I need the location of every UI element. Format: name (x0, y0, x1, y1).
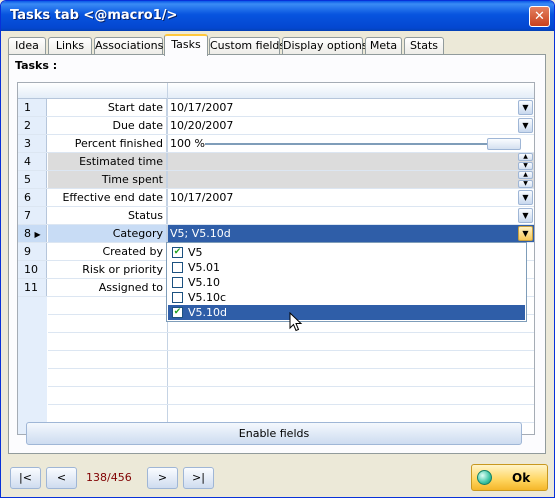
unchecked-checkbox-icon[interactable] (172, 277, 183, 288)
percent-finished-value: 100 % (170, 137, 205, 150)
grid-row-due-date[interactable]: 2 Due date 10/20/2007 ▼ (18, 117, 534, 135)
row-label: Due date (48, 117, 167, 134)
tab-custom-fields[interactable]: Custom fields (209, 37, 285, 55)
row-number: 4 (18, 153, 47, 170)
tab-tasks[interactable]: Tasks (164, 34, 208, 56)
category-option-v5-01[interactable]: V5.01 (168, 260, 525, 275)
row-number: 3 (18, 135, 47, 152)
estimated-time-spinner[interactable]: ▲ ▼ (518, 153, 533, 170)
status-dropdown-button[interactable]: ▼ (518, 208, 533, 223)
estimated-time-field[interactable] (168, 153, 534, 170)
ok-orb-icon (477, 470, 492, 485)
row-number: 8 ▶ (18, 225, 47, 242)
first-record-button[interactable]: |< (10, 467, 41, 489)
row-label: Effective end date (48, 189, 167, 206)
row-label: Category (48, 225, 167, 242)
grid-row-effective-end-date[interactable]: 6 Effective end date 10/17/2007 ▼ (18, 189, 534, 207)
row-label: Time spent (48, 171, 167, 188)
status-field[interactable] (168, 207, 534, 224)
grid-empty-line (48, 332, 534, 333)
row-label: Risk or priority (48, 261, 167, 278)
grid-empty-line (48, 386, 534, 387)
row-number: 5 (18, 171, 47, 188)
percent-finished-field[interactable]: 100 % (168, 135, 534, 152)
option-label: V5.10 (188, 276, 221, 289)
row-number: 7 (18, 207, 47, 224)
option-label: V5.10d (188, 306, 227, 319)
category-option-v5-10c[interactable]: V5.10c (168, 290, 525, 305)
effective-end-date-dropdown-button[interactable]: ▼ (518, 190, 533, 205)
start-date-field[interactable]: 10/17/2007 (168, 99, 534, 116)
category-option-v5-10[interactable]: V5.10 (168, 275, 525, 290)
tab-display-options[interactable]: Display options (282, 37, 368, 55)
mouse-pointer-icon (289, 312, 303, 332)
previous-record-button[interactable]: < (46, 467, 77, 489)
category-option-v5-10d[interactable]: ✔ V5.10d (168, 305, 525, 320)
tab-meta[interactable]: Meta (365, 37, 402, 55)
section-label: Tasks : (15, 59, 58, 72)
grid-row-start-date[interactable]: 1 Start date 10/17/2007 ▼ (18, 99, 534, 117)
time-spent-spinner[interactable]: ▲ ▼ (518, 171, 533, 188)
option-label: V5.10c (188, 291, 227, 304)
checked-checkbox-icon[interactable]: ✔ (172, 307, 183, 318)
checked-checkbox-icon[interactable]: ✔ (172, 247, 183, 258)
enable-fields-button[interactable]: Enable fields (26, 422, 522, 445)
row-number: 6 (18, 189, 47, 206)
row-number: 11 (18, 279, 47, 296)
start-date-dropdown-button[interactable]: ▼ (518, 100, 533, 115)
record-counter: 138/456 (86, 471, 132, 484)
ok-button-label: Ok (512, 471, 531, 485)
tab-stats[interactable]: Stats (404, 37, 444, 55)
category-dropdown-button[interactable]: ▼ (518, 226, 533, 241)
row-label: Estimated time (48, 153, 167, 170)
row-label: Start date (48, 99, 167, 116)
option-label: V5.01 (188, 261, 221, 274)
last-record-button[interactable]: >| (183, 467, 214, 489)
grid-empty-line (48, 350, 534, 351)
grid-header (18, 83, 534, 99)
window-title: Tasks tab <@macro1/> (10, 8, 178, 23)
unchecked-checkbox-icon[interactable] (172, 292, 183, 303)
grid-empty-line (48, 404, 534, 405)
next-record-button[interactable]: > (147, 467, 178, 489)
grid-row-category[interactable]: 8 ▶ Category V5; V5.10d ▼ (18, 225, 534, 243)
category-option-v5[interactable]: ✔ V5 (168, 245, 525, 260)
due-date-dropdown-button[interactable]: ▼ (518, 118, 533, 133)
row-label: Created by (48, 243, 167, 260)
category-field[interactable]: V5; V5.10d (168, 225, 534, 242)
tab-associations[interactable]: Associations (94, 37, 163, 55)
ok-button[interactable]: Ok (471, 464, 548, 491)
tab-links[interactable]: Links (48, 37, 92, 55)
grid-row-percent-finished[interactable]: 3 Percent finished 100 % (18, 135, 534, 153)
time-spent-field[interactable] (168, 171, 534, 188)
grid-row-estimated-time[interactable]: 4 Estimated time ▲ ▼ (18, 153, 534, 171)
option-label: V5 (188, 246, 203, 259)
close-button[interactable]: ✕ (529, 6, 550, 27)
current-row-indicator-icon: ▶ (34, 230, 41, 239)
dialog-window: Tasks tab <@macro1/> ✕ Idea Links Associ… (0, 0, 555, 498)
percent-slider-track[interactable] (205, 143, 488, 145)
row-label: Status (48, 207, 167, 224)
category-dropdown-list: ✔ V5 V5.01 V5.10 V5.10c ✔ V5.10d (166, 242, 527, 322)
grid-empty-line (48, 368, 534, 369)
grid-row-time-spent[interactable]: 5 Time spent ▲ ▼ (18, 171, 534, 189)
row-number: 1 (18, 99, 47, 116)
unchecked-checkbox-icon[interactable] (172, 262, 183, 273)
effective-end-date-field[interactable]: 10/17/2007 (168, 189, 534, 206)
row-number: 10 (18, 261, 47, 278)
row-number: 9 (18, 243, 47, 260)
row-label: Assigned to (48, 279, 167, 296)
grid-row-status[interactable]: 7 Status ▼ (18, 207, 534, 225)
row-number: 2 (18, 117, 47, 134)
percent-slider-thumb[interactable] (487, 138, 521, 150)
tab-idea[interactable]: Idea (8, 37, 46, 55)
title-bar[interactable]: Tasks tab <@macro1/> ✕ (1, 1, 554, 31)
due-date-field[interactable]: 10/20/2007 (168, 117, 534, 134)
row-label: Percent finished (48, 135, 167, 152)
